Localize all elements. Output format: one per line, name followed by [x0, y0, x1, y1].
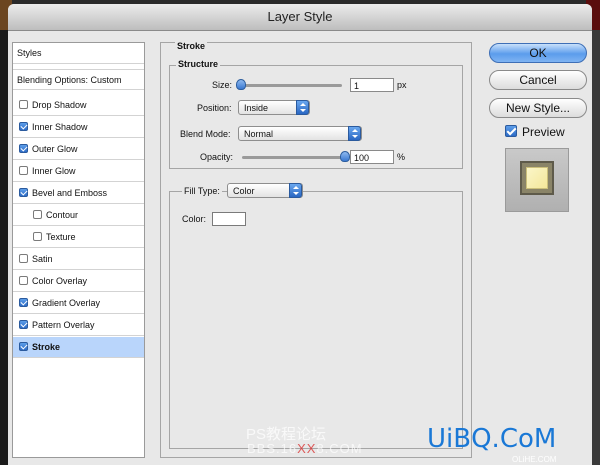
style-checkbox[interactable]	[19, 320, 28, 329]
style-checkbox[interactable]	[19, 144, 28, 153]
cancel-button[interactable]: Cancel	[489, 70, 587, 90]
window-title: Layer Style	[8, 4, 592, 31]
styles-list: Styles Blending Options: Custom Drop Sha…	[12, 42, 145, 458]
preview-checkbox[interactable]	[505, 125, 517, 137]
stroke-section-title: Stroke	[175, 41, 208, 51]
opacity-slider-track[interactable]	[242, 156, 344, 159]
style-checkbox[interactable]	[19, 254, 28, 263]
watermark-url-a: BBS.16	[247, 441, 298, 456]
style-checkbox[interactable]	[19, 100, 28, 109]
preview-swatch	[526, 167, 548, 189]
watermark-brand: UiBQ.CoM	[427, 424, 557, 454]
style-item-label: Outer Glow	[32, 144, 78, 154]
structure-title: Structure	[176, 59, 221, 69]
style-checkbox[interactable]	[33, 232, 42, 241]
style-item-gradient-overlay[interactable]: Gradient Overlay	[13, 293, 144, 314]
color-label: Color:	[182, 214, 207, 224]
style-item-inner-glow[interactable]: Inner Glow	[13, 161, 144, 182]
size-slider-thumb[interactable]	[236, 79, 246, 90]
style-item-label: Gradient Overlay	[32, 298, 101, 308]
style-checkbox[interactable]	[19, 122, 28, 131]
opacity-slider-thumb[interactable]	[340, 151, 350, 162]
style-checkbox[interactable]	[19, 166, 28, 175]
watermark-url: BBS.16XX8.COM	[247, 441, 363, 456]
fill-type-label: Fill Type:	[182, 186, 222, 196]
style-preview	[505, 148, 569, 212]
fill-type-select[interactable]: Color	[227, 183, 303, 198]
watermark-brand-sub: OLiHE.COM	[512, 455, 557, 464]
layer-style-dialog: Layer Style Styles Blending Options: Cus…	[8, 4, 592, 465]
style-item-label: Texture	[46, 232, 76, 242]
style-checkbox[interactable]	[19, 342, 28, 351]
size-input[interactable]: 1	[350, 78, 394, 92]
style-item-label: Drop Shadow	[32, 100, 87, 110]
style-item-color-overlay[interactable]: Color Overlay	[13, 271, 144, 292]
style-checkbox[interactable]	[19, 188, 28, 197]
ok-button[interactable]: OK	[489, 43, 587, 63]
opacity-unit: %	[397, 152, 406, 162]
new-style-button[interactable]: New Style...	[489, 98, 587, 118]
background-left-edge	[0, 0, 8, 465]
styles-header[interactable]: Styles	[13, 43, 144, 64]
style-item-label: Inner Shadow	[32, 122, 88, 132]
style-checkbox[interactable]	[33, 210, 42, 219]
stroke-panel: Stroke Structure Size: 1 px Position: In…	[160, 41, 472, 458]
style-item-inner-shadow[interactable]: Inner Shadow	[13, 117, 144, 138]
fill-type-group: Fill Type: Color Color:	[169, 183, 463, 449]
style-item-drop-shadow[interactable]: Drop Shadow	[13, 95, 144, 116]
watermark-url-c: 8.COM	[316, 441, 363, 456]
style-item-label: Satin	[32, 254, 53, 264]
chevron-updown-icon	[348, 126, 361, 141]
chevron-updown-icon	[296, 100, 309, 115]
style-checkbox[interactable]	[19, 276, 28, 285]
blend-mode-select[interactable]: Normal	[238, 126, 362, 141]
style-item-label: Color Overlay	[32, 276, 88, 286]
blend-mode-label: Blend Mode:	[180, 129, 231, 139]
watermark-url-b: XX	[297, 441, 317, 456]
structure-group: Structure Size: 1 px Position: Inside Bl…	[169, 59, 463, 169]
opacity-input[interactable]: 100	[350, 150, 394, 164]
fill-type-select-value: Color	[233, 186, 255, 196]
chevron-updown-icon	[289, 183, 302, 198]
size-unit: px	[397, 80, 407, 90]
style-item-satin[interactable]: Satin	[13, 249, 144, 270]
style-checkbox[interactable]	[19, 298, 28, 307]
style-item-texture[interactable]: Texture	[13, 227, 144, 248]
preview-swatch-frame	[520, 161, 554, 195]
style-item-label: Bevel and Emboss	[32, 188, 108, 198]
style-item-label: Pattern Overlay	[32, 320, 95, 330]
style-item-stroke[interactable]: Stroke	[13, 337, 144, 358]
opacity-label: Opacity:	[200, 152, 234, 162]
style-item-pattern-overlay[interactable]: Pattern Overlay	[13, 315, 144, 336]
style-item-label: Inner Glow	[32, 166, 76, 176]
style-item-bevel-and-emboss[interactable]: Bevel and Emboss	[13, 183, 144, 204]
blend-mode-select-value: Normal	[244, 129, 274, 139]
position-label: Position:	[197, 103, 232, 113]
style-item-contour[interactable]: Contour	[13, 205, 144, 226]
preview-label: Preview	[522, 125, 565, 139]
size-label: Size:	[212, 80, 233, 90]
background-right-edge	[592, 0, 600, 465]
position-select-value: Inside	[244, 103, 269, 113]
style-item-outer-glow[interactable]: Outer Glow	[13, 139, 144, 160]
style-item-label: Contour	[46, 210, 79, 220]
size-slider-track[interactable]	[240, 84, 342, 87]
blending-options-item[interactable]: Blending Options: Custom	[13, 69, 144, 90]
position-select[interactable]: Inside	[238, 100, 310, 115]
style-item-label: Stroke	[32, 342, 61, 352]
color-swatch[interactable]	[212, 212, 246, 226]
